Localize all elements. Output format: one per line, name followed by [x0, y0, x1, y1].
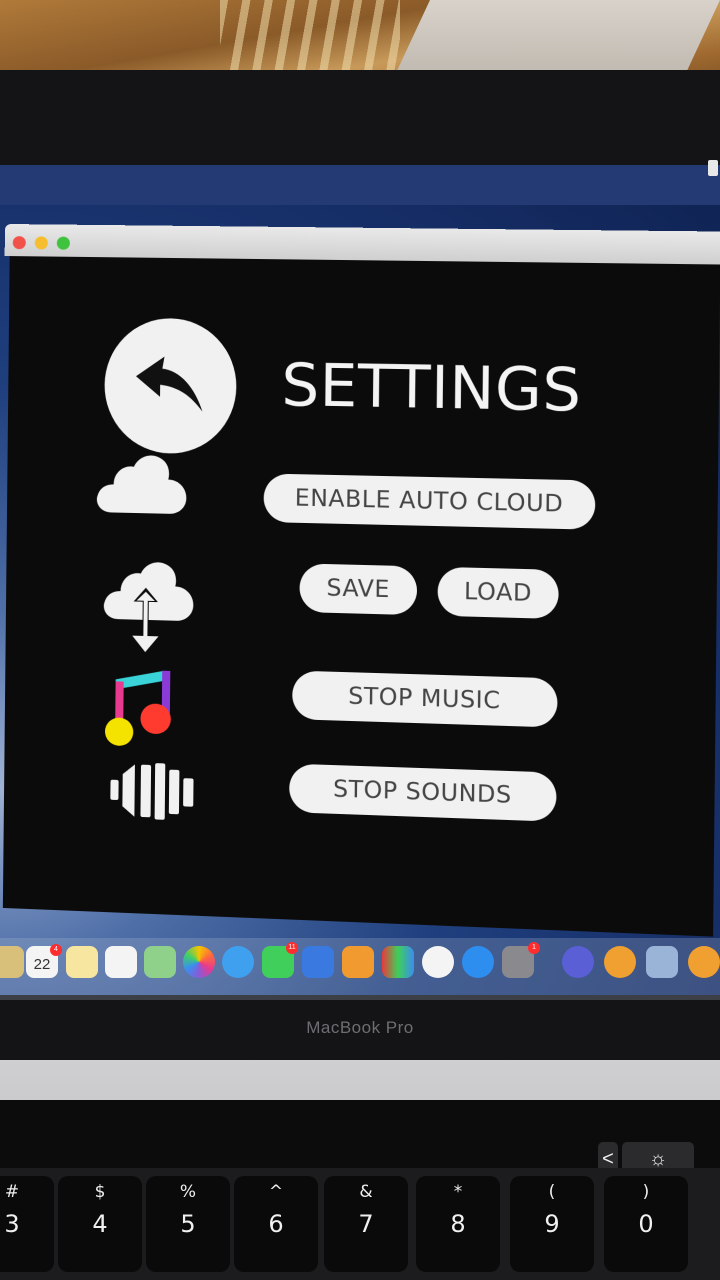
- back-arrow-icon: [135, 356, 204, 412]
- music-note-icon: [104, 669, 171, 747]
- page-title: SETTINGS: [281, 350, 582, 425]
- settings-content: SETTINGS ENABLE AUTO CLOUD SAVE LOAD STO…: [2, 256, 720, 937]
- numbers-icon[interactable]: [382, 946, 414, 978]
- menu-bar-icon[interactable]: [708, 160, 718, 176]
- enable-auto-cloud-button[interactable]: ENABLE AUTO CLOUD: [263, 473, 596, 530]
- key-0[interactable]: ) 0: [604, 1176, 688, 1272]
- photos-icon[interactable]: [183, 946, 215, 978]
- pages-icon[interactable]: [342, 946, 374, 978]
- maps-icon[interactable]: [144, 946, 176, 978]
- folder-icon[interactable]: [0, 946, 24, 978]
- system-preferences-badge: 1: [528, 942, 540, 954]
- itunes-icon[interactable]: [422, 946, 454, 978]
- app-icon-4[interactable]: [688, 946, 720, 978]
- calendar-badge: 4: [50, 944, 62, 956]
- stop-music-button[interactable]: STOP MUSIC: [292, 670, 558, 728]
- app-icon-3[interactable]: [646, 946, 678, 978]
- calendar-date: 22: [33, 956, 51, 973]
- key-4[interactable]: $ 4: [58, 1176, 142, 1272]
- close-window-button[interactable]: [12, 236, 26, 250]
- save-button[interactable]: SAVE: [299, 563, 418, 616]
- app-store-icon[interactable]: [462, 946, 494, 978]
- cloud-icon: [96, 454, 187, 515]
- key-6[interactable]: ^ 6: [234, 1176, 318, 1272]
- notes-icon[interactable]: [66, 946, 98, 978]
- key-9[interactable]: ( 9: [510, 1176, 594, 1272]
- laptop-model-label: MacBook Pro: [306, 1018, 414, 1037]
- keynote-icon[interactable]: [302, 946, 334, 978]
- reminders-icon[interactable]: [105, 946, 137, 978]
- app-icon-2[interactable]: [604, 946, 636, 978]
- key-3[interactable]: # 3: [0, 1176, 54, 1272]
- settings-window: SETTINGS ENABLE AUTO CLOUD SAVE LOAD STO…: [0, 224, 720, 939]
- back-button[interactable]: [103, 317, 238, 455]
- stop-sounds-button[interactable]: STOP SOUNDS: [289, 763, 557, 822]
- key-7[interactable]: & 7: [324, 1176, 408, 1272]
- dock: 22 4 11 1: [0, 938, 720, 1000]
- key-5[interactable]: % 5: [146, 1176, 230, 1272]
- app-icon-1[interactable]: [562, 946, 594, 978]
- maximize-window-button[interactable]: [56, 236, 70, 250]
- key-8[interactable]: * 8: [416, 1176, 500, 1272]
- messages-icon[interactable]: [222, 946, 254, 978]
- sound-bars-icon: [110, 763, 194, 820]
- minimize-window-button[interactable]: [34, 236, 48, 250]
- facetime-badge: 11: [286, 942, 298, 954]
- cloud-sync-icon: [103, 560, 194, 653]
- load-button[interactable]: LOAD: [437, 566, 559, 620]
